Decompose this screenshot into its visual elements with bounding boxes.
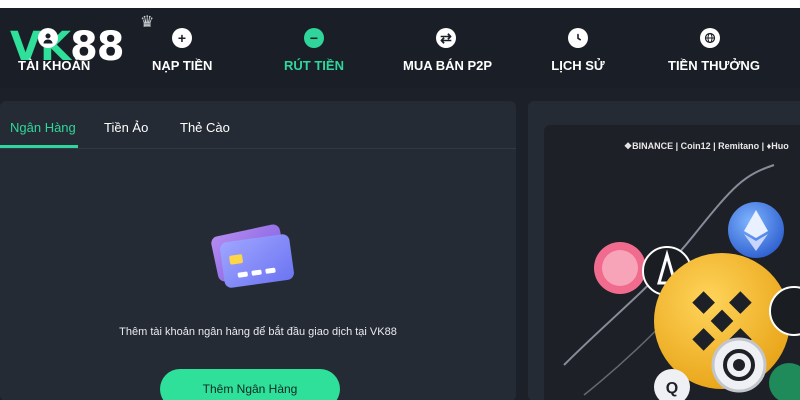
- minus-circle-icon: −: [304, 28, 324, 48]
- nav-item-account[interactable]: TÀI KHOẢN: [18, 28, 91, 84]
- nav-label-rewards: TIỀN THƯỞNG: [668, 58, 760, 73]
- nav-item-rewards[interactable]: TIỀN THƯỞNG: [668, 28, 760, 84]
- svg-text:Q: Q: [666, 380, 678, 397]
- nav-label-history: LỊCH SỬ: [551, 58, 605, 73]
- bank-card-illustration: [208, 216, 300, 296]
- withdraw-panel: Ngân Hàng Tiền Ảo Thẻ Cào Thêm tài khoản…: [0, 101, 516, 400]
- swap-icon: ⇄: [436, 28, 456, 48]
- nav-item-deposit[interactable]: + NẠP TIỀN: [152, 28, 212, 84]
- nav-item-withdraw[interactable]: − RÚT TIỀN: [284, 28, 344, 84]
- nav-item-history[interactable]: LỊCH SỬ: [548, 28, 608, 84]
- nav-label-account: TÀI KHOẢN: [18, 58, 91, 73]
- nav-item-p2p[interactable]: ⇄ MUA BÁN P2P: [403, 28, 493, 84]
- crypto-coins-artwork: Q: [563, 164, 800, 400]
- withdraw-method-tabs: Ngân Hàng Tiền Ảo Thẻ Cào: [0, 101, 516, 149]
- tab-crypto[interactable]: Tiền Ảo: [104, 120, 148, 135]
- app-frame: VK88 ♛ TÀI KHOẢN + NẠP TIỀN − RÚT TIỀN ⇄…: [0, 8, 800, 400]
- empty-state-message: Thêm tài khoản ngân hàng để bắt đầu giao…: [119, 326, 397, 338]
- nav-label-deposit: NẠP TIỀN: [152, 58, 213, 73]
- nav-label-withdraw: RÚT TIỀN: [284, 58, 344, 73]
- globe-icon: [700, 28, 720, 48]
- user-icon: [38, 28, 58, 48]
- active-tab-indicator: [0, 145, 78, 148]
- clock-icon: [568, 28, 588, 48]
- tab-scratch-card[interactable]: Thẻ Cào: [180, 120, 230, 135]
- nav-label-p2p: MUA BÁN P2P: [403, 58, 493, 73]
- add-bank-button[interactable]: Thêm Ngân Hàng: [160, 369, 340, 400]
- plus-circle-icon: +: [172, 28, 192, 48]
- crypto-promo-banner[interactable]: ❖BINANCE | Coin12 | Remitano | ♦Huo Q: [544, 125, 800, 400]
- tab-bank[interactable]: Ngân Hàng: [10, 120, 76, 135]
- top-navigation: VK88 ♛ TÀI KHOẢN + NẠP TIỀN − RÚT TIỀN ⇄…: [0, 8, 800, 88]
